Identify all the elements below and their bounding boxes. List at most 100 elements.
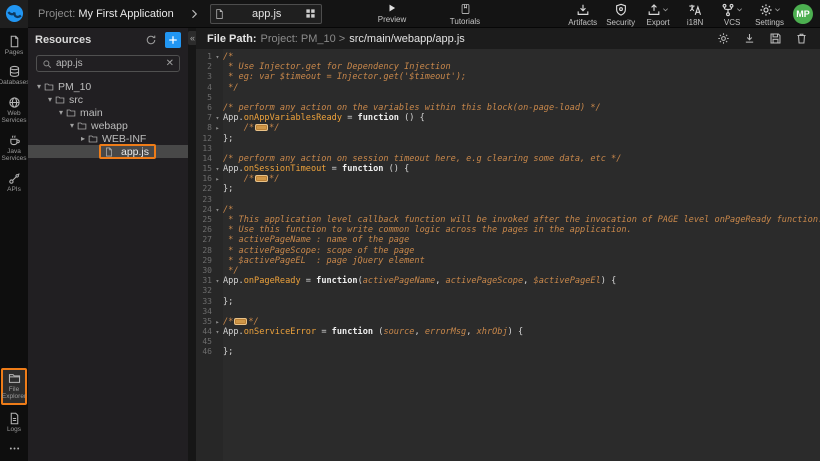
code-text: }; bbox=[223, 347, 233, 357]
code-line-30[interactable]: 30 */ bbox=[196, 266, 820, 276]
tree-expander-icon[interactable]: ▾ bbox=[67, 121, 77, 130]
code-line-13[interactable]: 13 bbox=[196, 144, 820, 154]
sidebar-item-apis[interactable]: APIs bbox=[1, 172, 28, 193]
folder-icon bbox=[88, 134, 98, 144]
file-tab-label: app.js bbox=[229, 8, 305, 20]
code-line-45[interactable]: 45 bbox=[196, 337, 820, 347]
code-line-8[interactable]: 8▸ /**/ bbox=[196, 123, 820, 133]
code-line-46[interactable]: 46}; bbox=[196, 347, 820, 357]
code-line-33[interactable]: 33}; bbox=[196, 297, 820, 307]
code-area[interactable]: 1▾/*2 * Use Injector.get for Dependency … bbox=[196, 49, 820, 461]
tree-item-label: main bbox=[80, 107, 103, 119]
sidebar-more-button[interactable] bbox=[1, 442, 28, 455]
fold-marker-icon[interactable]: ▾ bbox=[212, 52, 223, 62]
close-icon[interactable]: ✕ bbox=[166, 59, 174, 69]
top-bar: Project: My First Application app.js Pre… bbox=[0, 0, 820, 28]
code-line-6[interactable]: 6/* perform any action on the variables … bbox=[196, 103, 820, 113]
collapsed-code-fold[interactable] bbox=[255, 175, 268, 182]
sidebar-item-java-services[interactable]: Java Services bbox=[1, 134, 28, 163]
tree-expander-icon[interactable]: ▾ bbox=[34, 82, 44, 91]
code-line-22[interactable]: 22}; bbox=[196, 184, 820, 194]
line-number: 6 bbox=[196, 103, 212, 113]
code-line-16[interactable]: 16▸ /**/ bbox=[196, 174, 820, 184]
settings-gear-icon bbox=[759, 3, 773, 17]
code-line-44[interactable]: 44▾App.onServiceError = function (source… bbox=[196, 327, 820, 337]
tree-expander-icon[interactable]: ▾ bbox=[45, 95, 55, 104]
code-line-31[interactable]: 31▾App.onPageReady = function(activePage… bbox=[196, 276, 820, 286]
wavemaker-logo[interactable] bbox=[0, 0, 28, 28]
code-line-7[interactable]: 7▾App.onAppVariablesReady = function () … bbox=[196, 113, 820, 123]
caret-down-icon bbox=[662, 6, 669, 13]
topbar-action-settings[interactable]: Settings bbox=[755, 3, 784, 27]
code-line-34[interactable]: 34 bbox=[196, 307, 820, 317]
code-line-26[interactable]: 26 * Use this function to write common l… bbox=[196, 225, 820, 235]
topbar-action-vcs[interactable]: VCS bbox=[718, 3, 746, 27]
fold-marker-icon[interactable]: ▾ bbox=[212, 327, 223, 337]
code-line-5[interactable]: 5 bbox=[196, 93, 820, 103]
code-text: * activePageScope: scope of the page bbox=[223, 246, 414, 256]
logs-icon bbox=[8, 412, 21, 425]
code-line-12[interactable]: 12}; bbox=[196, 134, 820, 144]
code-line-28[interactable]: 28 * activePageScope: scope of the page bbox=[196, 246, 820, 256]
grid-icon[interactable] bbox=[305, 8, 316, 19]
collapsed-code-fold[interactable] bbox=[234, 318, 247, 325]
code-line-4[interactable]: 4 */ bbox=[196, 83, 820, 93]
tree-item-main[interactable]: ▾ main bbox=[28, 106, 188, 119]
action-label: i18N bbox=[687, 18, 703, 27]
code-line-35[interactable]: 35▸/**/ bbox=[196, 317, 820, 327]
fold-marker-icon[interactable]: ▸ bbox=[212, 123, 223, 133]
tree-expander-icon[interactable]: ▸ bbox=[78, 134, 88, 143]
code-text: */ bbox=[223, 266, 239, 276]
fold-marker-icon[interactable]: ▾ bbox=[212, 113, 223, 123]
fold-marker-icon[interactable]: ▾ bbox=[212, 205, 223, 215]
code-line-29[interactable]: 29 * $activePageEL : page jQuery element bbox=[196, 256, 820, 266]
delete-trash-icon[interactable] bbox=[795, 32, 808, 45]
tutorials-button[interactable]: Tutorials bbox=[441, 3, 489, 26]
add-resource-button[interactable] bbox=[165, 32, 181, 48]
sidebar-item-web-services[interactable]: Web Services bbox=[1, 96, 28, 125]
code-text: App.onPageReady = function(activePageNam… bbox=[223, 276, 616, 286]
tree-item-app.js[interactable]: app.js bbox=[28, 145, 188, 158]
sidebar-item-file-explorer[interactable]: File Explorer bbox=[1, 368, 27, 405]
fold-marker-icon[interactable]: ▾ bbox=[212, 164, 223, 174]
line-number: 7 bbox=[196, 113, 212, 123]
topbar-action-export[interactable]: Export bbox=[644, 3, 672, 27]
line-number: 26 bbox=[196, 225, 212, 235]
file-tab[interactable]: app.js bbox=[210, 4, 322, 24]
code-line-3[interactable]: 3 * eg: var $timeout = Injector.get('$ti… bbox=[196, 72, 820, 82]
action-label: Artifacts bbox=[568, 18, 597, 27]
save-icon[interactable] bbox=[769, 32, 782, 45]
code-line-24[interactable]: 24▾/* bbox=[196, 205, 820, 215]
code-line-27[interactable]: 27 * activePageName : name of the page bbox=[196, 235, 820, 245]
code-line-1[interactable]: 1▾/* bbox=[196, 52, 820, 62]
tree-item-src[interactable]: ▾src bbox=[28, 93, 188, 106]
topbar-action-artifacts[interactable]: Artifacts bbox=[568, 3, 597, 27]
code-text: */ bbox=[223, 83, 239, 93]
vcs-branch-icon bbox=[721, 3, 735, 17]
topbar-action-i18n[interactable]: i18N bbox=[681, 3, 709, 27]
search-input[interactable] bbox=[56, 58, 162, 69]
refresh-icon[interactable] bbox=[145, 34, 157, 46]
sidebar-item-logs[interactable]: Logs bbox=[1, 412, 28, 433]
tree-item-pm_10[interactable]: ▾PM_10 bbox=[28, 80, 188, 93]
sidebar-item-databases[interactable]: Databases bbox=[1, 65, 28, 86]
download-icon[interactable] bbox=[743, 32, 756, 45]
fold-marker-icon[interactable]: ▸ bbox=[212, 174, 223, 184]
code-line-15[interactable]: 15▾App.onSessionTimeout = function () { bbox=[196, 164, 820, 174]
tree-expander-icon[interactable]: ▾ bbox=[56, 108, 66, 117]
fold-marker-icon[interactable]: ▾ bbox=[212, 276, 223, 286]
avatar[interactable]: MP bbox=[793, 4, 813, 24]
settings-gear-icon[interactable] bbox=[717, 32, 730, 45]
code-line-14[interactable]: 14/* perform any action on session timeo… bbox=[196, 154, 820, 164]
collapsed-code-fold[interactable] bbox=[255, 124, 268, 131]
code-line-2[interactable]: 2 * Use Injector.get for Dependency Inje… bbox=[196, 62, 820, 72]
line-number: 2 bbox=[196, 62, 212, 72]
tree-item-webapp[interactable]: ▾webapp bbox=[28, 119, 188, 132]
topbar-action-security[interactable]: Security bbox=[606, 3, 635, 27]
preview-button[interactable]: Preview bbox=[371, 3, 413, 24]
sidebar-item-pages[interactable]: Pages bbox=[1, 35, 28, 56]
code-line-23[interactable]: 23 bbox=[196, 195, 820, 205]
fold-marker-icon[interactable]: ▸ bbox=[212, 317, 223, 327]
code-line-32[interactable]: 32 bbox=[196, 286, 820, 296]
code-line-25[interactable]: 25 * This application level callback fun… bbox=[196, 215, 820, 225]
